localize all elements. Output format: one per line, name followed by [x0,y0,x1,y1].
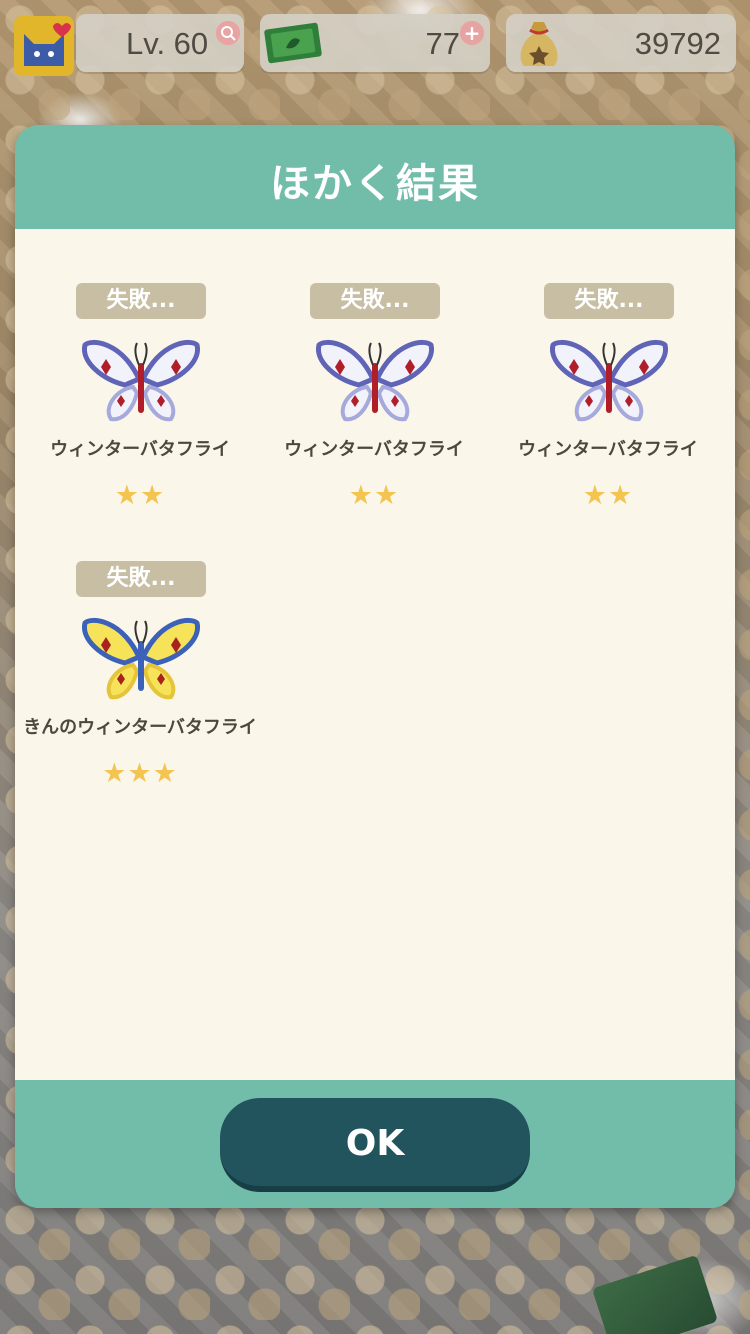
result-item-name: ウィンターバタフライ [518,439,698,460]
result-item-name: ウィンターバタフライ [50,439,230,460]
search-plus-icon[interactable] [216,21,240,45]
result-item: 失敗... きんのウィンターバタフライ ★★★ [15,561,257,801]
butterfly-icon [550,339,668,422]
butterfly-icon [316,339,434,422]
result-item-name: きんのウィンターバタフライ [23,717,257,738]
result-item: 失敗... ウィンターバタフライ ★★ [483,283,717,523]
result-rarity-stars: ★★ [582,480,634,511]
dialog-footer: OK [15,1080,735,1208]
result-rarity-stars: ★★★ [102,758,178,789]
result-rarity-stars: ★★ [114,480,166,511]
result-item-name: ウィンターバタフライ [284,439,464,460]
result-status-badge: 失敗... [310,283,440,319]
level-label: Lv. 60 [126,26,209,61]
result-status-badge: 失敗... [76,283,206,319]
cat-heart-icon [24,23,71,66]
ticket-panel[interactable]: 77 + [260,14,490,74]
bell-bag-icon [520,22,558,66]
result-item: 失敗... ウィンターバタフライ ★★ [15,283,249,523]
level-panel[interactable]: Lv. 60 [76,14,244,74]
results-grid: 失敗... ウィンターバタフライ ★★ 失敗... ウィンターバタフライ ★★ … [15,229,735,1080]
player-avatar[interactable] [14,16,74,76]
result-item: 失敗... ウィンターバタフライ ★★ [249,283,483,523]
ticket-count: 77 [425,26,460,61]
result-rarity-stars: ★★ [348,480,400,511]
dialog-title: ほかく結果 [270,161,480,207]
bells-count: 39792 [634,26,721,61]
bells-panel: 39792 [506,14,736,74]
butterfly-icon [82,339,200,422]
result-status-badge: 失敗... [544,283,674,319]
capture-result-dialog: ほかく結果 失敗... ウィンターバタフライ ★★ 失敗... ウィンターバタフ… [15,125,735,1208]
butterfly-icon [82,617,200,700]
leaf-ticket-icon [264,22,322,64]
plus-icon[interactable]: + [460,21,484,45]
search-plus-glyph [216,21,240,45]
result-status-badge: 失敗... [76,561,206,597]
ok-button[interactable]: OK [220,1098,530,1192]
